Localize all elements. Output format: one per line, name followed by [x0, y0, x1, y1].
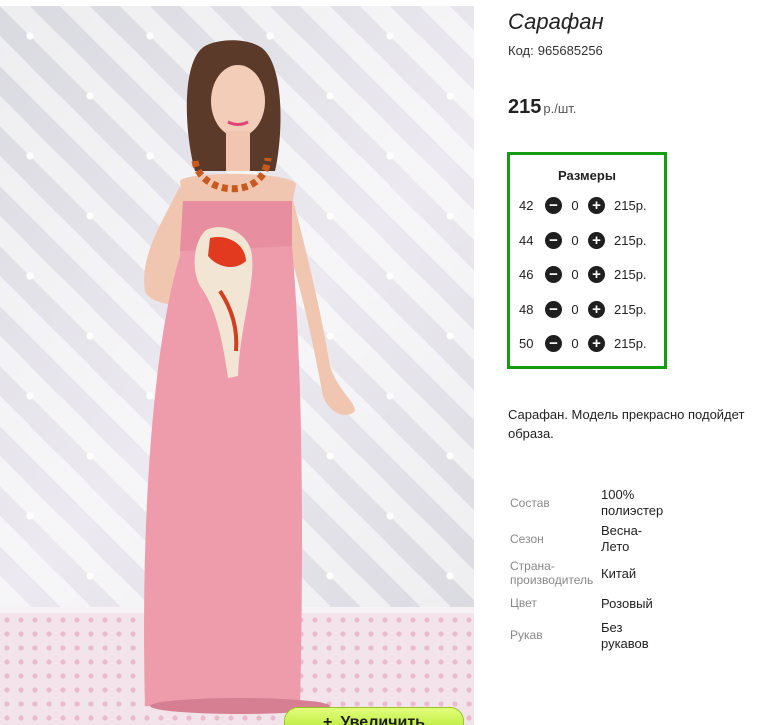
size-price: 215р. — [614, 301, 647, 317]
description-line: Сарафан. Модель прекрасно подойдет — [508, 407, 745, 422]
product-code-label: Код: — [508, 43, 534, 58]
product-code: Код: 965685256 — [508, 43, 603, 58]
product-price: 215 р./шт. — [508, 96, 576, 119]
minus-circle-icon[interactable]: − — [545, 300, 562, 318]
size-row: 46 − 0 + 215р. — [519, 264, 647, 284]
size-quantity: 0 — [571, 301, 579, 317]
size-value: 48 — [519, 301, 534, 317]
spec-label: Состав — [510, 496, 550, 510]
size-row: 50 − 0 + 215р. — [519, 333, 647, 353]
zoom-label: Увеличить — [340, 714, 425, 725]
spec-label: Сезон — [510, 532, 544, 546]
minus-circle-icon[interactable]: − — [545, 265, 562, 283]
size-price: 215р. — [614, 232, 647, 248]
size-price: 215р. — [614, 266, 647, 282]
size-value: 50 — [519, 335, 534, 351]
product-description: Сарафан. Модель прекрасно подойдет образ… — [508, 405, 766, 443]
size-price: 215р. — [614, 197, 647, 213]
size-value: 44 — [519, 232, 534, 248]
model-illustration — [144, 40, 355, 714]
minus-circle-icon[interactable]: − — [545, 231, 562, 249]
spec-value: Весна-Лето — [601, 523, 643, 554]
size-quantity: 0 — [571, 232, 579, 248]
price-unit: р./шт. — [543, 101, 577, 116]
minus-circle-icon[interactable]: − — [545, 334, 562, 352]
size-row: 48 − 0 + 215р. — [519, 299, 647, 319]
size-row: 42 − 0 + 215р. — [519, 195, 647, 215]
product-photo[interactable]: + Увеличить — [0, 6, 474, 725]
plus-circle-icon[interactable]: + — [588, 231, 605, 249]
spec-label: Цвет — [510, 596, 537, 610]
plus-circle-icon[interactable]: + — [588, 196, 605, 214]
plus-circle-icon[interactable]: + — [588, 300, 605, 318]
description-line: образа. — [508, 426, 554, 441]
plus-circle-icon[interactable]: + — [588, 265, 605, 283]
spec-value: Без рукавов — [601, 620, 649, 651]
spec-value: 100% полиэстер — [601, 487, 664, 518]
size-quantity: 0 — [571, 335, 579, 351]
spec-label: Страна-производитель — [510, 559, 594, 587]
size-quantity: 0 — [571, 266, 579, 282]
size-value: 42 — [519, 197, 534, 213]
size-price: 215р. — [614, 335, 647, 351]
size-quantity: 0 — [571, 197, 579, 213]
plus-circle-icon[interactable]: + — [588, 334, 605, 352]
product-code-value: 965685256 — [537, 43, 603, 58]
spec-label: Рукав — [510, 628, 543, 642]
zoom-button[interactable]: + Увеличить — [284, 707, 464, 725]
zoom-plus-icon: + — [322, 714, 333, 725]
product-title: Сарафан — [508, 9, 604, 34]
spec-value: Розовый — [601, 596, 653, 611]
sizes-title: Размеры — [558, 168, 616, 183]
spec-value: Китай — [601, 566, 637, 581]
price-value: 215 — [508, 96, 542, 118]
minus-circle-icon[interactable]: − — [545, 196, 562, 214]
sizes-panel: Размеры 42 − 0 + 215р. 44 − 0 + 215р. 46… — [507, 152, 667, 369]
size-row: 44 − 0 + 215р. — [519, 230, 647, 250]
size-value: 46 — [519, 266, 534, 282]
